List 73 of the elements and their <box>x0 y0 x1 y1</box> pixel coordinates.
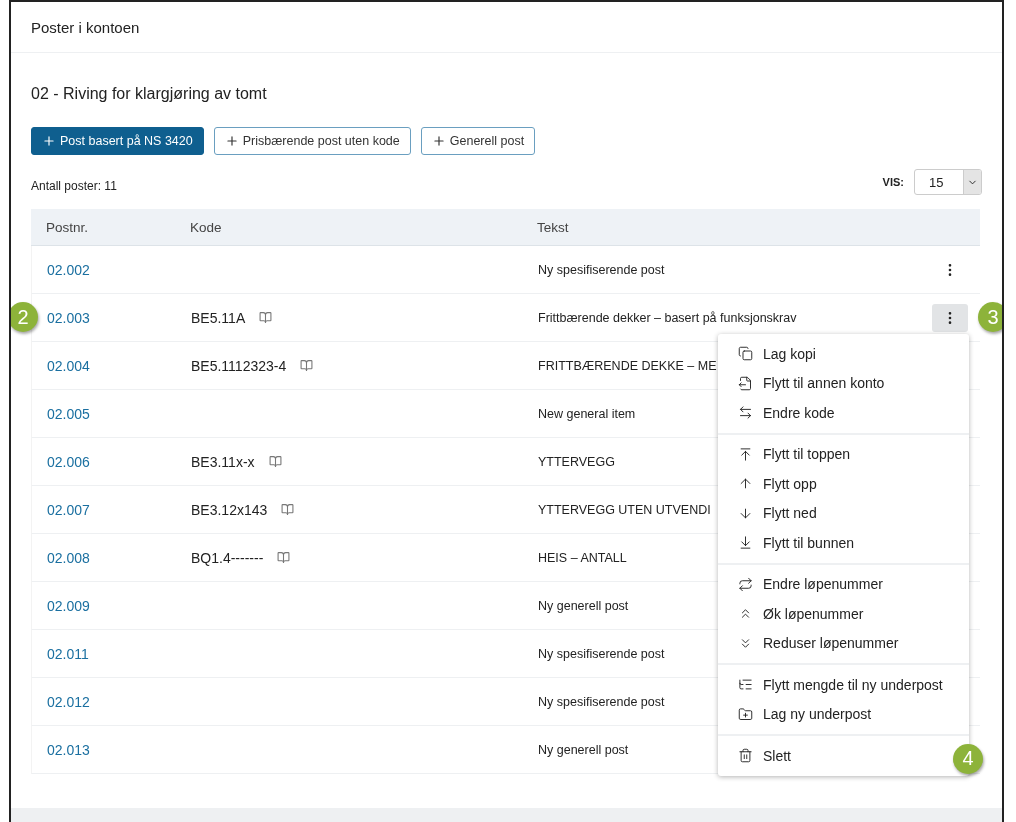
menu-item[interactable]: Endre løpenummer <box>718 569 891 599</box>
menu-item[interactable]: Lag kopi <box>718 339 824 369</box>
text-cell: Ny spesifiserende post <box>538 694 665 709</box>
folder-plus-icon <box>738 706 753 722</box>
code-cell: BE3.11x-x <box>191 453 255 470</box>
post-number-link[interactable]: 02.002 <box>47 261 191 278</box>
arrow-down-icon <box>738 505 753 521</box>
file-arrow-icon <box>738 375 753 391</box>
callout-badge: 2 <box>11 302 38 332</box>
swap-arrows-icon <box>738 576 753 592</box>
book-icon <box>277 551 291 564</box>
column-header: Tekst <box>537 219 570 235</box>
post-number-link[interactable]: 02.004 <box>47 357 191 374</box>
menu-item[interactable]: Flytt mengde til ny underpost <box>718 670 951 700</box>
text-cell: YTTERVEGG <box>538 454 615 469</box>
text-cell: YTTERVEGG UTEN UTVENDI <box>538 502 711 517</box>
text-cell: Ny generell post <box>538 598 629 613</box>
swap-arrows-icon <box>738 405 753 421</box>
plus-icon <box>224 134 239 148</box>
menu-item[interactable]: Øk løpenummer <box>718 599 872 629</box>
book-icon <box>268 455 282 468</box>
menu-item[interactable]: Flytt opp <box>718 469 825 499</box>
post-number-link[interactable]: 02.013 <box>47 741 191 758</box>
menu-item[interactable]: Flytt til toppen <box>718 439 859 469</box>
menu-item[interactable]: Flytt til annen konto <box>718 368 893 398</box>
post-number-link[interactable]: 02.006 <box>47 453 191 470</box>
plus-icon <box>42 134 56 148</box>
arrow-to-bottom-icon <box>738 535 753 551</box>
plus-icon <box>431 134 446 148</box>
panel-title: Poster i kontoen <box>11 2 1002 53</box>
column-header: Kode <box>190 219 223 235</box>
post-number-link[interactable]: 02.005 <box>47 405 191 422</box>
book-icon <box>300 359 314 372</box>
page-size-select[interactable]: 15 <box>914 169 982 195</box>
post-number-link[interactable]: 02.011 <box>47 645 191 662</box>
tree-icon <box>738 677 753 693</box>
section-heading: 02 - Riving for klargjøring av tomt <box>31 85 268 103</box>
post-count: Antall poster: 11 <box>31 179 117 193</box>
menu-item[interactable]: Reduser løpenummer <box>718 628 907 658</box>
page-size-label: VIS: <box>882 176 904 188</box>
code-cell: BE5.11A <box>191 309 246 326</box>
text-cell: Ny spesifiserende post <box>538 262 665 277</box>
text-cell: Ny generell post <box>538 742 629 757</box>
code-cell: BQ1.4------- <box>191 549 264 566</box>
text-cell: New general item <box>538 406 636 421</box>
book-icon <box>259 311 273 324</box>
post-number-link[interactable]: 02.012 <box>47 693 191 710</box>
add-post-button[interactable]: Post basert på NS 3420 <box>31 127 204 155</box>
menu-item[interactable]: Flytt ned <box>718 498 825 528</box>
menu-item[interactable]: Lag ny underpost <box>718 699 880 729</box>
code-cell: BE3.12x143 <box>191 501 268 518</box>
copy-icon <box>738 346 753 362</box>
text-cell: Frittbærende dekker – basert på funksjonskrav <box>538 310 797 325</box>
add-post-button[interactable]: Prisbærende post uten kode <box>213 127 411 155</box>
post-number-link[interactable]: 02.003 <box>47 309 191 326</box>
column-header: Postnr. <box>46 219 90 235</box>
menu-item[interactable]: Endre kode <box>718 398 843 428</box>
more-actions-button[interactable] <box>932 303 968 332</box>
callout-badge: 3 <box>978 302 1002 332</box>
text-cell: Ny spesifiserende post <box>538 646 665 661</box>
text-cell: HEIS – ANTALL <box>538 550 627 565</box>
text-cell: FRITTBÆRENDE DEKKE – ME <box>538 358 717 373</box>
menu-item[interactable]: Flytt til bunnen <box>718 528 863 558</box>
post-number-link[interactable]: 02.008 <box>47 549 191 566</box>
arrow-to-top-icon <box>738 446 753 462</box>
trash-icon <box>738 748 753 764</box>
book-icon <box>281 503 295 516</box>
post-number-link[interactable]: 02.009 <box>47 597 191 614</box>
add-post-button[interactable]: Generell post <box>420 127 536 155</box>
menu-item[interactable]: Slett <box>718 741 799 771</box>
code-cell: BE5.1112323-4 <box>191 357 287 374</box>
callout-badge: 4 <box>953 743 983 774</box>
post-number-link[interactable]: 02.007 <box>47 501 191 518</box>
